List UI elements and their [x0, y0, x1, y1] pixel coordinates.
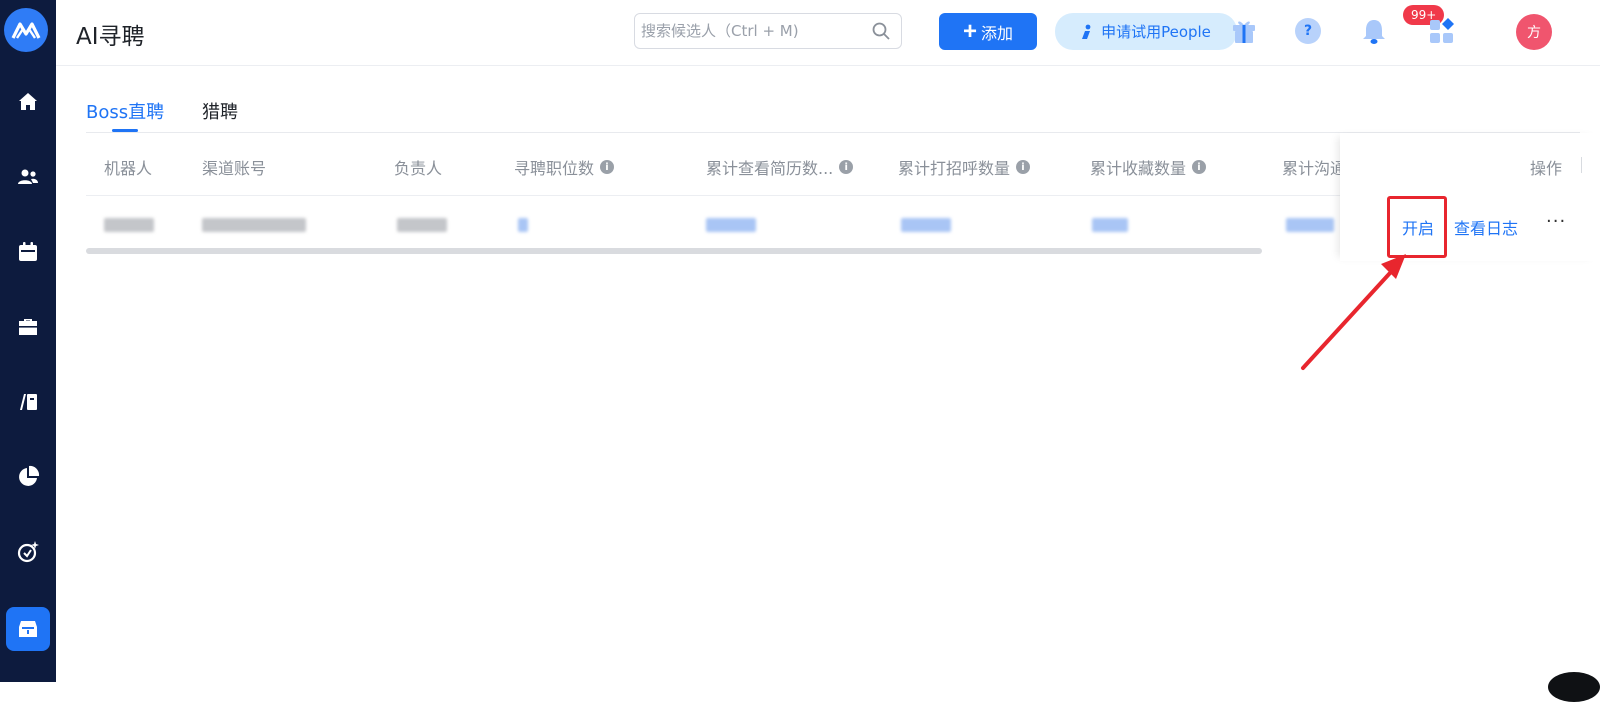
column-header-operations: 操作 — [1529, 159, 1562, 178]
column-header-greetings: 累计打招呼数量 i — [898, 155, 1031, 179]
info-icon[interactable]: i — [839, 160, 854, 174]
column-header-resumes-viewed: 累计查看简历数... i — [706, 155, 854, 179]
highlight-box — [1387, 196, 1447, 258]
sidebar-item-calendar[interactable] — [10, 234, 46, 270]
tab-boss-zhipin[interactable]: Boss直聘 — [86, 98, 164, 124]
logo-mark-icon — [11, 22, 41, 39]
sidebar-item-home[interactable] — [10, 84, 46, 120]
column-header-owner: 负责人 — [394, 159, 443, 178]
library-icon — [20, 394, 37, 410]
apply-trial-label: 申请试用People — [1101, 23, 1211, 41]
ai-sparkle-icon — [17, 541, 39, 563]
column-header-communications: 累计沟通 — [1282, 159, 1347, 178]
add-button[interactable]: + 添加 — [939, 13, 1037, 50]
sidebar — [0, 0, 56, 682]
floating-widget[interactable] — [1548, 672, 1600, 702]
candidate-search[interactable] — [634, 13, 902, 49]
home-icon — [19, 93, 37, 110]
inbox-icon — [19, 621, 37, 637]
bell-icon — [1363, 20, 1385, 44]
person-icon — [1082, 24, 1091, 39]
cell-robot-redacted — [104, 218, 154, 232]
apps-button[interactable] — [1426, 15, 1458, 47]
info-icon[interactable]: i — [1192, 160, 1207, 174]
cell-resumes-viewed-redacted — [706, 218, 756, 232]
app-logo[interactable] — [4, 8, 48, 52]
help-icon: ? — [1295, 18, 1321, 44]
briefcase-icon — [19, 319, 37, 335]
cell-job-count-redacted — [518, 218, 528, 232]
help-button[interactable]: ? — [1292, 15, 1324, 47]
view-log-button[interactable]: 查看日志 — [1454, 215, 1518, 239]
cell-favorites-redacted — [1092, 218, 1128, 232]
sidebar-item-library[interactable] — [10, 384, 46, 420]
user-avatar[interactable]: 方 — [1516, 14, 1552, 50]
contacts-icon — [18, 169, 38, 184]
gift-button[interactable] — [1228, 15, 1260, 47]
cell-greetings-redacted — [901, 218, 951, 232]
cell-owner-redacted — [397, 218, 447, 232]
page-title: AI寻聘 — [76, 24, 145, 50]
cell-channel-account-redacted — [202, 218, 306, 232]
horizontal-scrollbar[interactable] — [86, 248, 1262, 254]
operations-column: 操作 开启 查看日志 ··· — [1340, 133, 1600, 261]
annotation-arrow-icon — [1301, 254, 1406, 370]
info-icon[interactable]: i — [600, 160, 615, 174]
sidebar-item-contacts[interactable] — [10, 159, 46, 195]
gift-icon — [1233, 21, 1255, 43]
sidebar-item-reports[interactable] — [10, 459, 46, 495]
apply-trial-button[interactable]: 申请试用People — [1055, 13, 1237, 50]
column-header-favorites: 累计收藏数量 i — [1090, 155, 1207, 179]
column-header-channel-account: 渠道账号 — [202, 159, 267, 178]
add-button-label: 添加 — [981, 25, 1014, 43]
tab-liepin[interactable]: 猎聘 — [202, 98, 238, 124]
search-input[interactable] — [641, 14, 861, 48]
sidebar-item-ai[interactable] — [10, 534, 46, 570]
sidebar-item-inbox[interactable] — [6, 607, 50, 651]
cell-communications-redacted — [1286, 218, 1334, 232]
top-header: AI寻聘 + 添加 申请试用People ? 99+ — [56, 0, 1600, 66]
notifications-button[interactable] — [1358, 15, 1390, 47]
column-header-robot: 机器人 — [104, 159, 153, 178]
plus-icon: + — [962, 17, 977, 45]
column-header-job-count: 寻聘职位数 i — [514, 155, 615, 179]
calendar-icon — [19, 242, 37, 261]
sidebar-item-jobs[interactable] — [10, 309, 46, 345]
column-resize-divider[interactable] — [1581, 157, 1582, 173]
more-actions-icon[interactable]: ··· — [1546, 211, 1566, 232]
apps-grid-icon — [1430, 18, 1454, 43]
pie-chart-icon — [19, 465, 40, 486]
info-icon[interactable]: i — [1016, 160, 1031, 174]
search-icon[interactable] — [871, 21, 891, 41]
